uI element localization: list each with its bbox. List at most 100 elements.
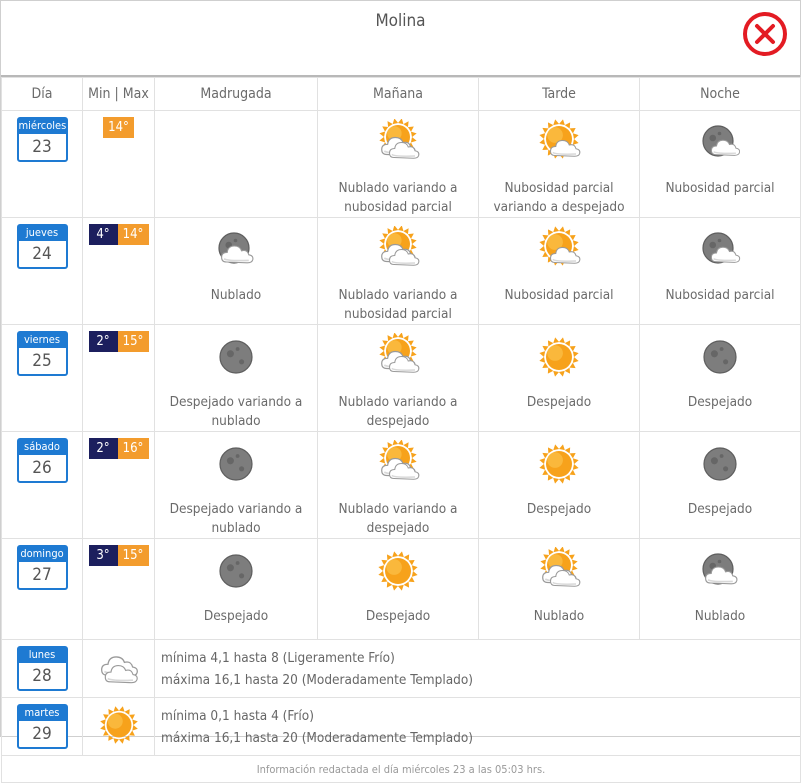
day-number: 29 [32,724,52,744]
day-name: lunes [18,648,66,663]
period-cell: Despejado [478,324,640,432]
period-cell: Nubosidad parcial [639,217,801,325]
day-name: martes [18,706,66,721]
condition-text: Despejado [526,394,592,410]
day-number: 27 [32,565,52,585]
condition-text: Despejado [687,501,753,517]
condition-text: Nublado variando a nubosidad parcial [338,180,458,215]
condition-text: Nublado variando a despejado [338,394,458,429]
forecast-table: Día Min | Max Madrugada Mañana Tarde Noc… [1,77,801,783]
condition-text: Despejado variando a nublado [169,394,303,429]
calendar-badge: viernes 25 [16,331,68,376]
close-button[interactable] [743,12,787,56]
day-number: 26 [32,458,52,478]
condition-text: Despejado [687,394,753,410]
max-temp: 15° [117,545,149,566]
condition-text: Nublado [694,608,746,624]
min-temp: 2° [88,331,118,352]
period-cell: Nublado [154,217,318,325]
column-header-minmax: Min | Max [82,77,155,111]
max-range: máxima 16,1 hasta 20 (Moderadamente Temp… [161,671,474,688]
day-cell: jueves 24 [1,217,83,325]
popup-header: Molina [1,1,800,77]
condition-text: Nubosidad parcial [665,287,775,303]
column-header-madrugada: Madrugada [154,77,318,111]
sun-clouds-icon [318,439,478,492]
minmax-cell: 14° [82,110,155,218]
period-cell [154,110,318,218]
min-temp: 3° [88,545,118,566]
day-name: jueves [18,226,66,241]
sun-icon [479,440,639,492]
moon-clouds-icon [640,547,800,599]
period-cell: Despejado [639,324,801,432]
moon-cloud-icon [640,119,800,171]
minmax-cell: 2° 15° [82,324,155,432]
moon-icon [640,333,800,385]
forecast-row: viernes 25 2° 15° Despejado variando a nu… [1,324,801,432]
table-header-row: Día Min | Max Madrugada Mañana Tarde Noc… [1,77,801,111]
moon-icon [155,333,317,385]
period-cell: Despejado [639,431,801,539]
min-temp: 4° [88,224,118,245]
sun-clouds-icon [318,332,478,385]
max-range: máxima 16,1 hasta 20 (Moderadamente Temp… [161,729,474,746]
sun-clouds-icon [479,546,639,599]
forecast-row: jueves 24 4° 14° Nublado Nublado variando… [1,217,801,325]
moon-clouds-icon [155,226,317,278]
footer-note: Información redactada el día miércoles 2… [1,755,801,783]
icon-cell [82,697,155,756]
period-cell: Nublado variando a nubosidad parcial [317,217,479,325]
column-header-tarde: Tarde [478,77,640,111]
sun-clouds-icon [318,225,478,278]
sun-clouds-icon [318,118,478,171]
condition-text: Despejado variando a nublado [169,501,303,536]
location-title: Molina [375,11,426,31]
forecast-row: domingo 27 3° 15° Despejado Despejado Nub… [1,538,801,640]
period-cell: Despejado variando a nublado [154,324,318,432]
period-cell: Nubosidad parcial [639,110,801,218]
forecast-row: sábado 26 2° 16° Despejado variando a nub… [1,431,801,539]
condition-text: Despejado [203,608,269,624]
max-temp: 16° [117,438,149,459]
condition-text: Nublado [210,287,262,303]
calendar-badge: lunes 28 [16,646,68,691]
max-temp: 14° [103,117,134,138]
min-range: mínima 0,1 hasta 4 (Frío) [161,707,314,724]
minmax-cell: 3° 15° [82,538,155,640]
day-number: 23 [32,137,52,157]
minmax-cell: 4° 14° [82,217,155,325]
period-cell: Despejado [317,538,479,640]
moon-icon [155,440,317,492]
range-text: mínima 0,1 hasta 4 (Frío) máxima 16,1 ha… [154,697,801,756]
icon-cell [82,639,155,698]
min-range: mínima 4,1 hasta 8 (Ligeramente Frío) [161,649,395,666]
sun-cloud-icon [479,119,639,171]
column-header-noche: Noche [639,77,801,111]
period-cell: Nubosidad parcial variando a despejado [478,110,640,218]
clouds-icon [83,644,154,694]
period-cell: Nublado variando a despejado [317,431,479,539]
footer-row: Información redactada el día miércoles 2… [1,755,801,783]
day-cell: martes 29 [1,697,83,756]
sun-cloud-icon [479,226,639,278]
condition-text: Despejado [365,608,431,624]
forecast-row: miércoles 23 14° Nublado variando a nubo… [1,110,801,218]
condition-text: Nubosidad parcial [504,287,614,303]
period-cell: Despejado [478,431,640,539]
day-name: viernes [18,333,66,348]
period-cell: Nublado variando a nubosidad parcial [317,110,479,218]
moon-icon [640,440,800,492]
day-number: 28 [32,666,52,686]
condition-text: Nubosidad parcial [665,180,775,196]
day-cell: sábado 26 [1,431,83,539]
moon-icon [155,547,317,599]
condition-text: Nubosidad parcial variando a despejado [493,180,625,215]
day-name: sábado [18,440,66,455]
calendar-badge: jueves 24 [16,224,68,269]
column-header-day: Día [1,77,83,111]
period-cell: Despejado variando a nublado [154,431,318,539]
day-cell: viernes 25 [1,324,83,432]
extended-row: lunes 28 mínima 4,1 hasta 8 (Ligeramente… [1,639,801,698]
calendar-badge: martes 29 [16,704,68,749]
